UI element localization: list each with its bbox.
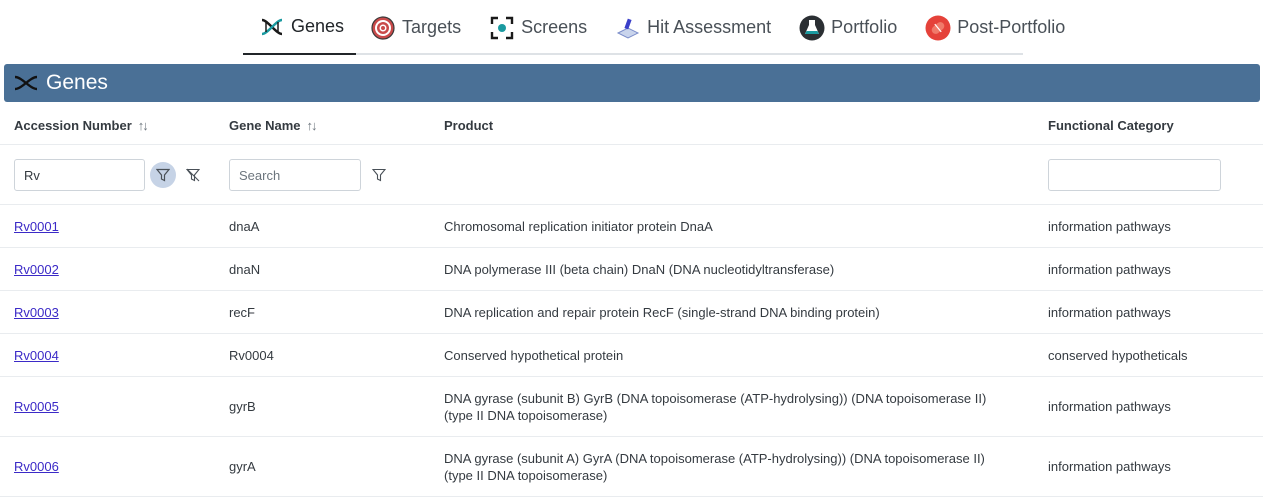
tab-label: Post-Portfolio bbox=[957, 17, 1066, 37]
column-label: Accession Number bbox=[14, 118, 132, 133]
tab-targets[interactable]: Targets bbox=[356, 0, 475, 55]
accession-link[interactable]: Rv0002 bbox=[14, 261, 59, 278]
flask-icon bbox=[799, 15, 825, 41]
table-row: Rv0004 Rv0004 Conserved hypothetical pro… bbox=[0, 334, 1263, 376]
tab-screens[interactable]: Screens bbox=[475, 0, 601, 55]
functional-category-cell: information pathways bbox=[1048, 399, 1171, 414]
product-cell: Chromosomal replication initiator protei… bbox=[444, 219, 713, 234]
product-cell: DNA gyrase (subunit A) GyrA (DNA topoiso… bbox=[444, 451, 985, 483]
dna-icon bbox=[14, 73, 38, 93]
gene-name-cell: dnaN bbox=[229, 262, 261, 277]
tab-label: Genes bbox=[291, 16, 345, 36]
clear-filter-icon[interactable] bbox=[180, 162, 206, 188]
tab-label: Hit Assessment bbox=[647, 17, 772, 37]
gene-name-cell: Rv0004 bbox=[229, 348, 274, 363]
tab-label: Portfolio bbox=[831, 17, 898, 37]
column-header-functional-category: Functional Category bbox=[1048, 118, 1174, 133]
product-cell: DNA replication and repair protein RecF … bbox=[444, 305, 880, 320]
functional-category-cell: information pathways bbox=[1048, 459, 1171, 474]
sort-icon[interactable]: ↑↓ bbox=[307, 118, 318, 133]
tab-label: Targets bbox=[402, 17, 462, 37]
column-header-product: Product bbox=[444, 118, 493, 133]
target-icon bbox=[370, 15, 396, 41]
functional-category-cell: information pathways bbox=[1048, 305, 1171, 320]
accession-link[interactable]: Rv0006 bbox=[14, 458, 59, 475]
accession-link[interactable]: Rv0005 bbox=[14, 398, 59, 415]
table-row: Rv0005 gyrB DNA gyrase (subunit B) GyrB … bbox=[0, 377, 1263, 436]
tab-label: Screens bbox=[521, 17, 588, 37]
gene-name-cell: dnaA bbox=[229, 219, 260, 234]
product-cell: Conserved hypothetical protein bbox=[444, 348, 624, 363]
tab-hit-assessment[interactable]: Hit Assessment bbox=[601, 0, 785, 55]
divider bbox=[0, 144, 1263, 145]
screen-icon bbox=[489, 15, 515, 41]
table-row: Rv0006 gyrA DNA gyrase (subunit A) GyrA … bbox=[0, 437, 1263, 496]
tab-post-portfolio[interactable]: Post-Portfolio bbox=[911, 0, 1079, 55]
product-cell: DNA polymerase III (beta chain) DnaN (DN… bbox=[444, 262, 835, 277]
divider bbox=[0, 496, 1263, 497]
gene-name-filter-input[interactable] bbox=[229, 159, 361, 191]
table-row: Rv0002 dnaN DNA polymerase III (beta cha… bbox=[0, 248, 1263, 290]
column-label: Product bbox=[444, 118, 494, 133]
functional-category-cell: information pathways bbox=[1048, 219, 1171, 234]
functional-category-cell: information pathways bbox=[1048, 262, 1171, 277]
product-cell: DNA gyrase (subunit B) GyrB (DNA topoiso… bbox=[444, 391, 987, 423]
gene-name-cell: gyrA bbox=[229, 459, 256, 474]
filter-icon[interactable] bbox=[366, 162, 392, 188]
table-row: Rv0001 dnaA Chromosomal replication init… bbox=[0, 205, 1263, 247]
column-header-accession[interactable]: Accession Number ↑↓ bbox=[14, 118, 149, 133]
sort-icon[interactable]: ↑↓ bbox=[138, 118, 149, 133]
top-nav: Genes Targets Screens Hit Assessment Por… bbox=[243, 0, 1065, 55]
accession-filter-input[interactable] bbox=[14, 159, 145, 191]
page-header: Genes bbox=[4, 64, 1260, 102]
accession-link[interactable]: Rv0003 bbox=[14, 304, 59, 321]
accession-link[interactable]: Rv0004 bbox=[14, 347, 59, 364]
pill-icon bbox=[925, 15, 951, 41]
tab-portfolio[interactable]: Portfolio bbox=[785, 0, 911, 55]
functional-category-cell: conserved hypotheticals bbox=[1048, 348, 1188, 363]
gene-name-cell: recF bbox=[229, 305, 255, 320]
column-label: Gene Name bbox=[229, 118, 301, 133]
filter-icon[interactable] bbox=[150, 162, 176, 188]
tab-genes[interactable]: Genes bbox=[243, 0, 357, 55]
dna-icon bbox=[259, 14, 285, 40]
accession-link[interactable]: Rv0001 bbox=[14, 218, 59, 235]
hit-assessment-icon bbox=[615, 15, 641, 41]
gene-name-cell: gyrB bbox=[229, 399, 256, 414]
functional-category-filter-input[interactable] bbox=[1048, 159, 1221, 191]
table-row: Rv0003 recF DNA replication and repair p… bbox=[0, 291, 1263, 333]
column-header-gene-name[interactable]: Gene Name ↑↓ bbox=[229, 118, 318, 133]
page-title: Genes bbox=[46, 71, 108, 94]
column-label: Functional Category bbox=[1048, 118, 1174, 133]
